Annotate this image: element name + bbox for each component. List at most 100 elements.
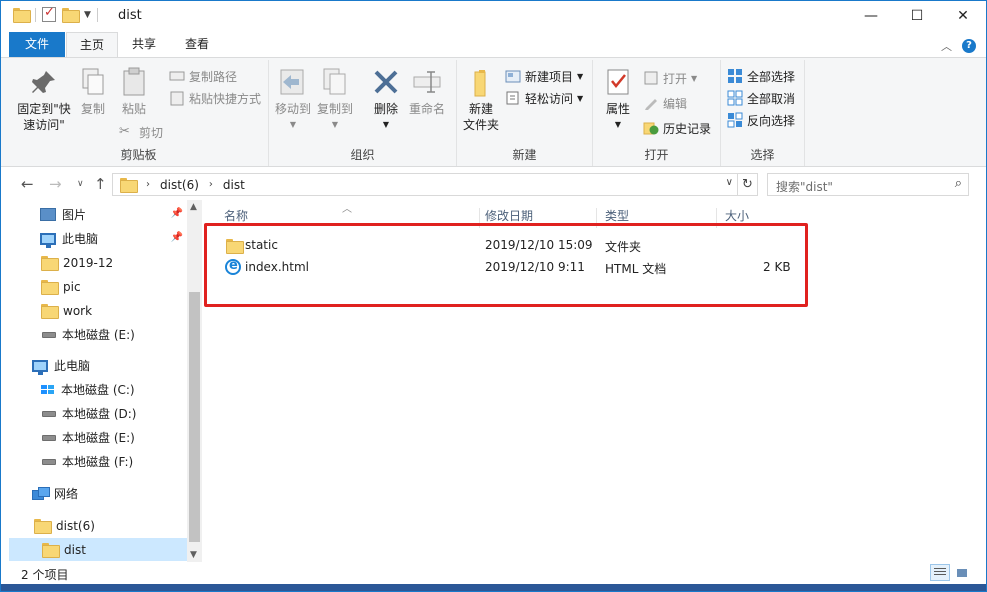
delete-button[interactable]: 删除 ▼ — [369, 66, 403, 133]
maximize-button[interactable]: ☐ — [894, 1, 940, 31]
sidebar-item-label: dist(6) — [56, 518, 95, 533]
sidebar-item-work[interactable]: work — [1, 299, 187, 322]
new-group-label: 新建 — [512, 148, 537, 162]
history-button[interactable]: 历史记录 — [643, 118, 711, 138]
sidebar-item-pic[interactable]: pic — [1, 275, 187, 298]
new-folder-label-2: 文件夹 — [462, 118, 499, 132]
forward-arrow-icon[interactable]: → — [49, 175, 62, 193]
copy-button[interactable]: 复制 — [77, 66, 109, 117]
select-all-button[interactable]: 全部选择 — [727, 66, 795, 86]
breadcrumb-separator[interactable]: › — [209, 179, 213, 190]
sidebar-item-drive-c[interactable]: 本地磁盘 (C:) — [1, 378, 187, 401]
new-folder-icon[interactable] — [62, 8, 80, 23]
details-view-icon — [934, 568, 946, 577]
large-icons-view-button[interactable] — [952, 564, 972, 581]
address-bar[interactable]: › dist(6) › dist ∨ — [112, 173, 738, 196]
sidebar-item-network[interactable]: 网络 — [1, 482, 187, 505]
select-none-button[interactable]: 全部取消 — [727, 88, 795, 108]
sidebar-scrollbar[interactable]: ▲ ▼ — [187, 200, 202, 562]
drive-icon — [42, 458, 56, 465]
select-none-label: 全部取消 — [747, 91, 796, 106]
sidebar-item-drive-d[interactable]: 本地磁盘 (D:) — [1, 402, 187, 425]
history-label: 历史记录 — [663, 121, 712, 136]
refresh-icon[interactable]: ↻ — [738, 173, 758, 196]
new-item-label: 新建项目 — [525, 69, 574, 84]
copy-to-button[interactable]: 复制到 ▼ — [317, 66, 353, 133]
sidebar-item-label: dist — [64, 542, 86, 557]
breadcrumb-dist[interactable]: dist — [223, 178, 245, 192]
up-arrow-icon[interactable]: ↑ — [94, 175, 107, 193]
pin-quick-access-button[interactable]: 固定到"快 速访问" — [13, 66, 75, 133]
scrollbar-thumb[interactable] — [189, 292, 200, 542]
search-input[interactable]: 搜索"dist" ⌕ — [767, 173, 969, 196]
new-folder-button[interactable]: 新建 文件夹 — [461, 66, 501, 133]
scroll-down-icon[interactable]: ▼ — [190, 550, 197, 560]
close-button[interactable]: ✕ — [940, 1, 986, 31]
network-icon — [32, 487, 50, 500]
new-folder-label-1: 新建 — [468, 102, 493, 116]
new-item-icon — [505, 68, 521, 84]
scissors-icon: ✂ — [119, 124, 130, 139]
details-view-button[interactable] — [930, 564, 950, 581]
properties-button[interactable]: 属性 ▼ — [601, 66, 635, 133]
breadcrumb-separator[interactable]: › — [146, 179, 150, 190]
properties-icon[interactable] — [42, 5, 56, 22]
back-arrow-icon[interactable]: ← — [21, 175, 34, 193]
cut-button[interactable]: ✂ 剪切 — [119, 122, 163, 142]
select-none-icon — [727, 90, 743, 106]
open-group-label: 打开 — [644, 148, 669, 162]
collapse-ribbon-icon[interactable]: ︿ — [941, 38, 952, 54]
pin-icon[interactable]: 📌 — [171, 232, 183, 243]
explorer-window: ▼ dist — ☐ ✕ 文件 主页 共享 查看 ︿ ? 固定到"快 速 — [0, 0, 987, 592]
annotation-highlight-box — [204, 223, 808, 307]
sidebar-item-drive-e[interactable]: 本地磁盘 (E:) — [1, 426, 187, 449]
desktop-strip — [1, 584, 986, 591]
view-switcher — [930, 564, 972, 581]
invert-selection-button[interactable]: 反向选择 — [727, 110, 795, 130]
folder-icon — [41, 280, 59, 295]
tab-file[interactable]: 文件 — [9, 32, 65, 57]
organize-group: 移动到 ▼ 复制到 ▼ 删除 ▼ 重命名 组织 — [269, 60, 457, 166]
easy-access-button[interactable]: 轻松访问 ▼ — [505, 88, 583, 108]
copy-path-button[interactable]: 复制路径 — [169, 66, 237, 86]
tab-share[interactable]: 共享 — [119, 32, 169, 57]
paste-button[interactable]: 粘贴 — [117, 66, 151, 117]
sidebar-item-dist[interactable]: dist — [9, 538, 187, 561]
tab-view[interactable]: 查看 — [169, 32, 225, 57]
sidebar-item-dist-6[interactable]: dist(6) — [1, 514, 187, 537]
copy-label: 复制 — [80, 102, 105, 116]
open-button[interactable]: 打开 ▼ — [643, 68, 697, 88]
copy-path-icon — [169, 68, 185, 84]
new-group: 新建 文件夹 新建项目 ▼ 轻松访问 ▼ 新建 — [457, 60, 593, 166]
pin-icon[interactable]: 📌 — [171, 208, 183, 219]
move-to-button[interactable]: 移动到 ▼ — [275, 66, 311, 133]
copy-to-dropdown-icon: ▼ — [331, 120, 339, 129]
window-title: dist — [118, 8, 142, 23]
scroll-up-icon[interactable]: ▲ — [190, 202, 197, 212]
easy-access-label: 轻松访问 — [525, 91, 574, 106]
sidebar-item-this-pc-quick[interactable]: 此电脑 📌 — [1, 227, 187, 250]
breadcrumb-dist-6[interactable]: dist(6) — [160, 178, 199, 192]
sidebar-item-drive-f[interactable]: 本地磁盘 (F:) — [1, 450, 187, 473]
address-dropdown-icon[interactable]: ∨ — [726, 177, 733, 188]
search-placeholder: 搜索"dist" — [776, 180, 833, 194]
paste-shortcut-button[interactable]: 粘贴快捷方式 — [169, 88, 261, 108]
easy-access-icon — [505, 90, 521, 106]
copy-path-label: 复制路径 — [189, 69, 238, 84]
new-item-button[interactable]: 新建项目 ▼ — [505, 66, 583, 86]
sidebar-item-pictures[interactable]: 图片 📌 — [1, 203, 187, 226]
rename-button[interactable]: 重命名 — [407, 66, 447, 117]
edit-button[interactable]: 编辑 — [643, 93, 687, 113]
minimize-button[interactable]: — — [848, 1, 894, 31]
search-icon[interactable]: ⌕ — [955, 176, 962, 191]
qat-dropdown-icon[interactable]: ▼ — [84, 10, 91, 20]
help-icon[interactable]: ? — [962, 39, 976, 53]
open-label: 打开 — [663, 71, 688, 86]
sidebar-item-label: 本地磁盘 (C:) — [61, 383, 135, 397]
sidebar-item-2019-12[interactable]: 2019-12 — [1, 251, 187, 274]
sidebar-item-drive-e-quick[interactable]: 本地磁盘 (E:) — [1, 323, 187, 346]
sidebar-item-this-pc[interactable]: 此电脑 — [1, 354, 187, 377]
tab-home[interactable]: 主页 — [66, 32, 118, 58]
sidebar-item-label: work — [63, 303, 93, 318]
recent-locations-icon[interactable]: ∨ — [77, 179, 84, 189]
